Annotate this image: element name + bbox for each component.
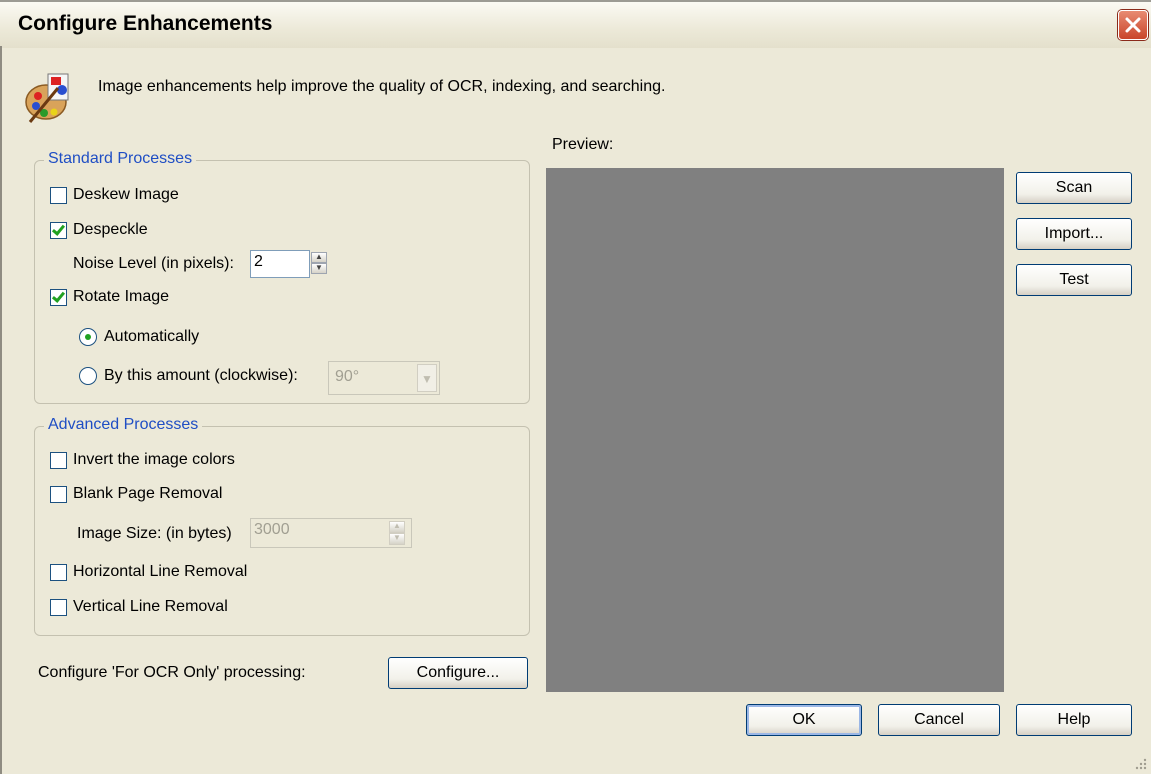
horizontal-line-label: Horizontal Line Removal xyxy=(73,563,248,580)
noise-level-spinner[interactable]: ▲ ▼ xyxy=(311,252,327,274)
despeckle-label: Despeckle xyxy=(73,221,148,238)
spin-down-icon[interactable]: ▼ xyxy=(389,533,405,545)
chevron-down-icon[interactable]: ▼ xyxy=(417,364,437,392)
close-icon xyxy=(1125,17,1141,33)
rotation-amount-select[interactable]: 90° ▼ xyxy=(328,361,440,395)
scan-button[interactable]: Scan xyxy=(1016,172,1132,204)
preview-pane xyxy=(546,168,1004,692)
noise-level-label: Noise Level (in pixels): xyxy=(73,255,234,272)
automatically-label: Automatically xyxy=(104,328,200,345)
ocr-config-label: Configure 'For OCR Only' processing: xyxy=(38,664,306,681)
resize-grip-icon[interactable] xyxy=(1135,758,1147,770)
image-size-label: Image Size: (in bytes) xyxy=(77,525,232,542)
window-title: Configure Enhancements xyxy=(18,12,273,35)
cancel-button[interactable]: Cancel xyxy=(878,704,1000,736)
ok-button[interactable]: OK xyxy=(746,704,862,736)
deskew-label: Deskew Image xyxy=(73,186,179,203)
intro-text: Image enhancements help improve the qual… xyxy=(98,78,666,95)
despeckle-checkbox[interactable] xyxy=(50,222,67,239)
blank-page-label: Blank Page Removal xyxy=(73,485,223,502)
spin-down-icon[interactable]: ▼ xyxy=(311,263,327,274)
horizontal-line-checkbox[interactable] xyxy=(50,564,67,581)
preview-label: Preview: xyxy=(552,136,614,153)
image-size-input[interactable]: 3000 xyxy=(250,518,412,548)
spin-up-icon[interactable]: ▲ xyxy=(389,521,405,533)
rotate-checkbox[interactable] xyxy=(50,289,67,306)
test-button[interactable]: Test xyxy=(1016,264,1132,296)
import-button[interactable]: Import... xyxy=(1016,218,1132,250)
noise-level-input[interactable]: 2 xyxy=(250,250,310,278)
vertical-line-label: Vertical Line Removal xyxy=(73,598,228,615)
advanced-processes-legend: Advanced Processes xyxy=(44,416,203,434)
standard-processes-legend: Standard Processes xyxy=(44,150,197,168)
title-bar[interactable]: Configure Enhancements xyxy=(0,0,1151,48)
by-amount-radio[interactable] xyxy=(79,367,97,385)
invert-colors-label: Invert the image colors xyxy=(73,451,235,468)
spin-up-icon[interactable]: ▲ xyxy=(311,252,327,263)
rotate-label: Rotate Image xyxy=(73,288,170,305)
close-button[interactable] xyxy=(1118,10,1148,40)
by-amount-label: By this amount (clockwise): xyxy=(104,367,298,384)
help-button[interactable]: Help xyxy=(1016,704,1132,736)
configure-button[interactable]: Configure... xyxy=(388,657,528,689)
invert-colors-checkbox[interactable] xyxy=(50,452,67,469)
image-size-spinner[interactable]: ▲ ▼ xyxy=(389,521,405,545)
rotation-amount-value: 90° xyxy=(335,368,360,385)
deskew-checkbox[interactable] xyxy=(50,187,67,204)
vertical-line-checkbox[interactable] xyxy=(50,599,67,616)
automatically-radio[interactable] xyxy=(79,328,97,346)
palette-icon xyxy=(25,73,69,123)
blank-page-checkbox[interactable] xyxy=(50,486,67,503)
